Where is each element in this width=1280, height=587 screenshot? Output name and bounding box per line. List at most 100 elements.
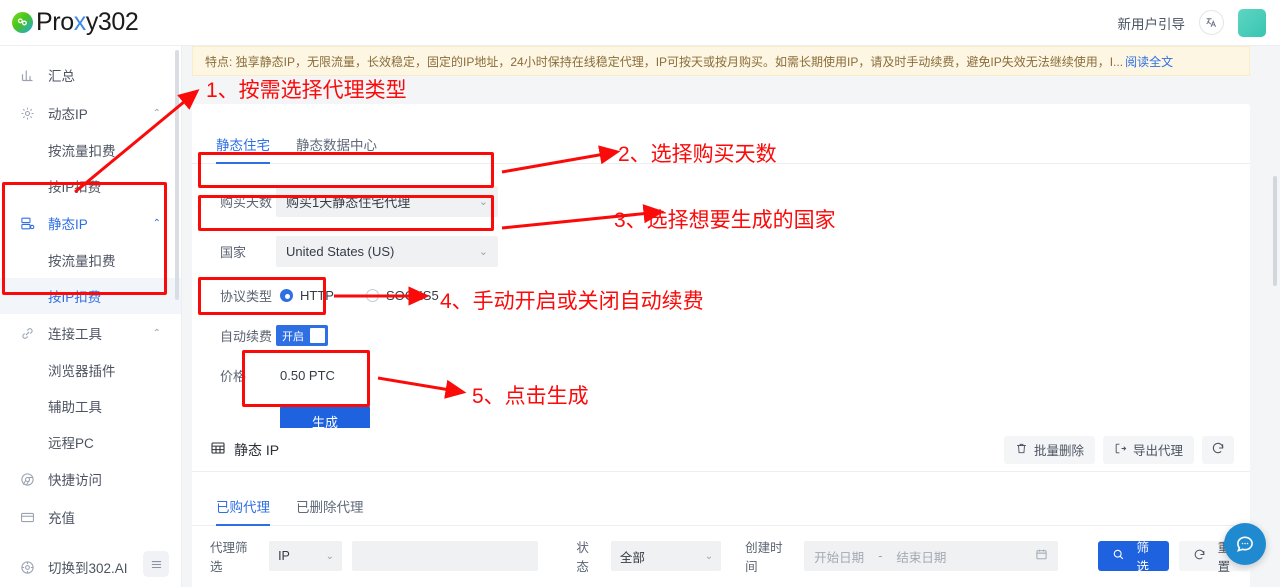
country-value: United States (US) (286, 244, 395, 259)
date-start-placeholder: 开始日期 (814, 550, 865, 565)
sidebar-subitem-label: 按IP扣费 (48, 180, 102, 195)
new-user-guide-link[interactable]: 新用户引导 (1118, 13, 1186, 33)
button-label: 批量删除 (1033, 444, 1084, 458)
autorenew-label: 自动续费 (220, 329, 273, 344)
link-icon (18, 326, 36, 341)
refresh-icon (1193, 548, 1206, 564)
price-value: 0.50 PTC (280, 368, 335, 383)
button-label: 导出代理 (1132, 444, 1183, 458)
status-filter-select[interactable]: 全部 ⌄ (610, 541, 722, 571)
logo-text-post: y302 (85, 8, 139, 36)
main-content: 特点: 独享静态IP，无限流量，长效稳定，固定的IP地址，24小时保持在线稳定代… (182, 46, 1280, 587)
sidebar-item-dynamic-ip[interactable]: 动态IP ⌃ (0, 94, 181, 132)
protocol-label: 协议类型 (220, 289, 273, 304)
price-row: 价格 0.50 PTC (220, 366, 1250, 385)
proxy-filter-input[interactable] (352, 541, 539, 571)
logo-text-pre: Pro (36, 8, 74, 36)
refresh-icon (1211, 441, 1225, 458)
sidebar-item-static-ip[interactable]: 静态IP ⌃ (0, 204, 181, 242)
tab-static-datacenter[interactable]: 静态数据中心 (296, 134, 377, 163)
autorenew-toggle[interactable]: 开启 (276, 325, 328, 346)
refresh-button[interactable] (1202, 435, 1234, 464)
sidebar-subitem-browser-extension[interactable]: 浏览器插件 (0, 352, 181, 388)
bulk-delete-button[interactable]: 批量删除 (1003, 435, 1095, 464)
sidebar-item-quick-access[interactable]: 快捷访问 (0, 460, 181, 498)
radio-socks5[interactable]: SOCKS5 (365, 288, 439, 303)
translate-icon[interactable] (1199, 10, 1224, 35)
tab-purchased-proxy[interactable]: 已购代理 (216, 496, 270, 526)
static-ip-table-card: 静态 IP 批量删除 导出代理 已购代理 已删除代理 代理筛选 IP ⌄ 状态 … (192, 428, 1250, 587)
sidebar-item-summary[interactable]: 汇总 (0, 56, 181, 94)
radio-dot-icon (280, 289, 293, 302)
sidebar-subitem-remote-pc[interactable]: 远程PC (0, 424, 181, 460)
status-filter-label: 状态 (576, 541, 589, 574)
sidebar-subitem-dynamic-perip[interactable]: 按IP扣费 (0, 168, 181, 204)
credit-card-icon (18, 510, 36, 525)
sidebar-item-label: 连接工具 (48, 327, 102, 342)
trash-icon (1015, 442, 1028, 458)
proxy-list-tabs: 已购代理 已删除代理 (192, 488, 1250, 526)
top-bar: Proxy302 新用户引导 (0, 0, 1280, 46)
chrome-icon (18, 472, 36, 487)
brand-name: Proxy302 (36, 8, 139, 37)
chevron-down-icon: ⌄ (704, 550, 714, 562)
static-ip-icon (18, 216, 36, 231)
create-time-label: 创建时间 (745, 541, 783, 574)
table-card-title-text: 静态 IP (234, 441, 280, 458)
main-scrollbar[interactable] (1273, 176, 1277, 286)
sidebar-subitem-helper-tools[interactable]: 辅助工具 (0, 388, 181, 424)
chevron-up-icon: ⌃ (152, 327, 161, 339)
brand-logo[interactable]: Proxy302 (0, 8, 139, 37)
chart-bar-icon (18, 68, 36, 83)
purchase-days-label: 购买天数 (220, 195, 273, 210)
tab-label: 已购代理 (216, 500, 270, 515)
logo-text-x: x (73, 8, 87, 36)
purchase-days-row: 购买天数 购买1天静态住宅代理 ⌄ (220, 186, 1250, 217)
status-filter-value: 全部 (619, 550, 645, 565)
create-time-range-picker[interactable]: 开始日期 - 结束日期 (804, 541, 1058, 571)
purchase-days-select[interactable]: 购买1天静态住宅代理 ⌄ (276, 186, 498, 217)
sidebar-divider-gap (0, 536, 181, 548)
sidebar-item-label: 汇总 (48, 69, 75, 84)
avatar[interactable] (1238, 8, 1266, 37)
search-filter-button[interactable]: 筛选 (1097, 541, 1169, 574)
search-icon (1112, 548, 1125, 564)
sidebar-item-label: 切换到302.AI (48, 561, 128, 576)
tab-static-residential[interactable]: 静态住宅 (216, 134, 270, 164)
collapse-menu-icon[interactable] (143, 551, 169, 577)
proxy-filter-type-value: IP (278, 549, 290, 563)
proxy-filter-type-select[interactable]: IP ⌄ (269, 541, 342, 571)
radio-dot-icon (365, 289, 379, 302)
proxy-filter-label: 代理筛选 (210, 541, 248, 574)
radio-http[interactable]: HTTP (280, 288, 334, 303)
read-more-link[interactable]: 阅读全文 (1125, 53, 1173, 70)
proxy-type-tabs: 静态住宅 静态数据中心 (192, 126, 1250, 164)
table-card-actions: 批量删除 导出代理 (1003, 435, 1234, 464)
country-row: 国家 United States (US) ⌄ (220, 236, 1250, 267)
sidebar-subitem-static-perip[interactable]: 按IP扣费 (0, 278, 181, 314)
sidebar-item-recharge[interactable]: 充值 (0, 498, 181, 536)
tab-deleted-proxy[interactable]: 已删除代理 (296, 496, 364, 525)
sidebar-item-connect-tools[interactable]: 连接工具 ⌃ (0, 314, 181, 352)
sidebar-subitem-dynamic-traffic[interactable]: 按流量扣费 (0, 132, 181, 168)
gear-ip-icon (18, 106, 36, 121)
sidebar-subitem-label: 浏览器插件 (48, 364, 116, 379)
chevron-down-icon: ⌄ (325, 550, 334, 562)
price-label: 价格 (220, 369, 247, 384)
country-select[interactable]: United States (US) ⌄ (276, 236, 498, 267)
tab-label: 静态数据中心 (296, 138, 377, 153)
table-card-header: 静态 IP 批量删除 导出代理 (192, 428, 1250, 472)
app-root: Proxy302 新用户引导 汇总 动态IP ⌃ 按流量扣费 按IP扣费 静态I… (0, 0, 1280, 587)
sidebar-subitem-static-traffic[interactable]: 按流量扣费 (0, 242, 181, 278)
protocol-row: 协议类型 HTTP SOCKS5 (220, 286, 1250, 305)
tab-label: 已删除代理 (296, 500, 364, 515)
sidebar-item-label: 快捷访问 (48, 473, 102, 488)
autorenew-row: 自动续费 开启 (220, 325, 1250, 346)
export-icon (1114, 442, 1127, 458)
export-proxy-button[interactable]: 导出代理 (1102, 435, 1194, 464)
table-card-title: 静态 IP (210, 440, 279, 460)
sidebar-scrollbar[interactable] (175, 50, 179, 300)
table-grid-icon (210, 440, 226, 459)
chat-bubble-icon[interactable] (1224, 523, 1266, 565)
sidebar-item-label: 静态IP (48, 217, 88, 232)
